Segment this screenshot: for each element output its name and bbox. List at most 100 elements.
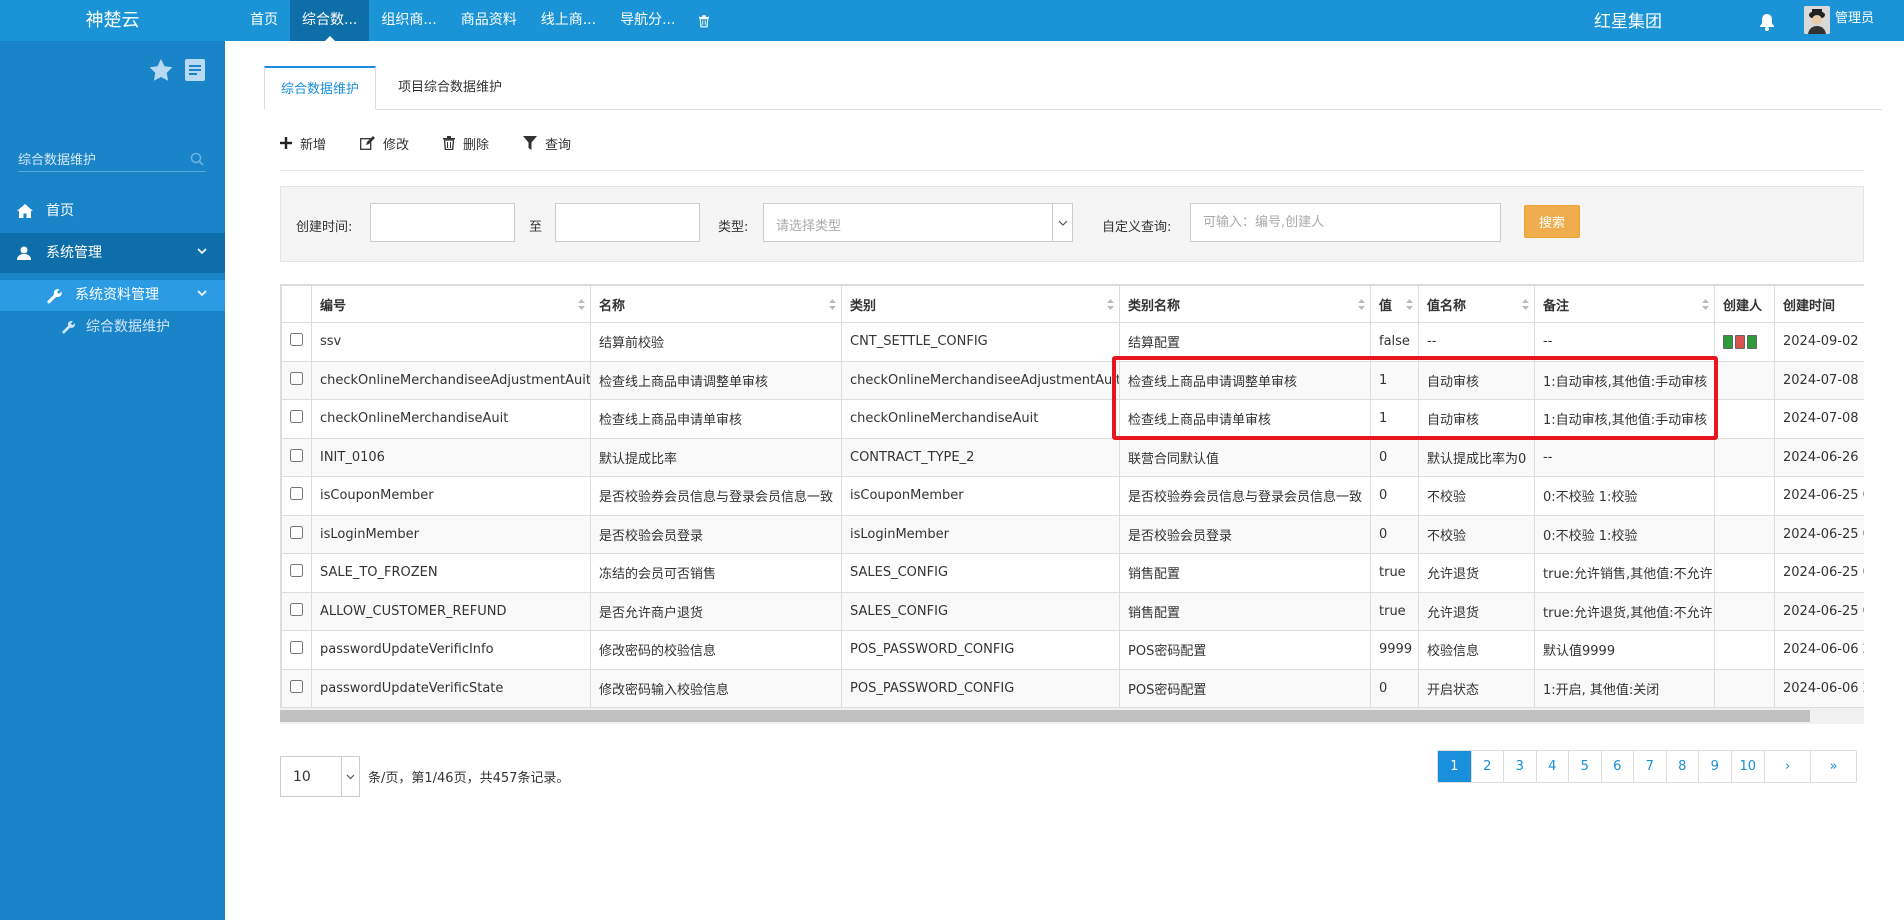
- topnav-navigation[interactable]: 导航分...: [608, 0, 687, 41]
- horizontal-scrollbar[interactable]: [280, 708, 1864, 724]
- table-row[interactable]: passwordUpdateVerificState 修改密码输入校验信息 POS_…: [281, 668, 1864, 708]
- column-header-name[interactable]: 名称: [590, 285, 842, 323]
- page-button[interactable]: 6: [1600, 751, 1634, 782]
- cell-code: passwordUpdateVerificState: [311, 668, 591, 708]
- user-name[interactable]: 管理员: [1835, 0, 1874, 38]
- table-row[interactable]: INIT_0106 默认提成比率 CONTRACT_TYPE_2 联营合同默认值 0 默认…: [281, 437, 1864, 477]
- column-header-value-name[interactable]: 值名称: [1418, 285, 1535, 323]
- delete-button[interactable]: 删除: [443, 126, 489, 160]
- topnav-organization[interactable]: 组织商...: [369, 0, 448, 41]
- column-header-remark[interactable]: 备注: [1534, 285, 1715, 323]
- table-row[interactable]: ALLOW_CUSTOMER_REFUND 是否允许商户退货 SALES_CONFI…: [281, 591, 1864, 631]
- topnav-merchandise[interactable]: 商品资料: [449, 0, 529, 41]
- table-row[interactable]: checkOnlineMerchandiseeAdjustmentAuit 检查线…: [281, 360, 1864, 400]
- page-button[interactable]: 3: [1503, 751, 1536, 782]
- cell-category-name: 结算配置: [1119, 322, 1371, 362]
- row-checkbox[interactable]: [290, 410, 303, 424]
- last-page-button[interactable]: »: [1810, 751, 1856, 782]
- row-checkbox[interactable]: [290, 371, 303, 385]
- page-button[interactable]: 2: [1470, 751, 1504, 782]
- page-size-arrow[interactable]: [341, 757, 359, 796]
- cell-created-time: 2024-06-06 2: [1774, 668, 1864, 708]
- cell-value-name: 自动审核: [1418, 399, 1535, 439]
- row-checkbox[interactable]: [290, 679, 303, 693]
- cell-category-name: 联营合同默认值: [1119, 437, 1371, 477]
- tab-project-data-maintenance[interactable]: 项目综合数据维护: [382, 66, 518, 110]
- page-button[interactable]: 4: [1535, 751, 1569, 782]
- document-icon[interactable]: [185, 59, 205, 81]
- topnav-trash-button[interactable]: [687, 0, 721, 41]
- cell-creator: [1714, 514, 1775, 554]
- cell-value-name: 默认提成比率为0: [1418, 437, 1535, 477]
- cell-code: isCouponMember: [311, 476, 591, 516]
- row-checkbox[interactable]: [290, 641, 303, 655]
- column-header-code[interactable]: 编号: [311, 285, 591, 323]
- edit-button[interactable]: 修改: [360, 126, 409, 160]
- row-checkbox[interactable]: [290, 487, 303, 501]
- next-page-button[interactable]: ›: [1764, 751, 1810, 782]
- user-avatar-icon: [1804, 6, 1830, 34]
- table-header-row: 编号 名称 类别 类别名称 值 值名称 备注 创建人 创建时间: [281, 285, 1864, 323]
- table-row[interactable]: passwordUpdateVerificInfo 修改密码的校验信息 POS_PA…: [281, 630, 1864, 670]
- avatar[interactable]: [1804, 6, 1830, 34]
- top-nav: 首页 综合数... 组织商... 商品资料 线上商... 导航分...: [238, 0, 721, 42]
- created-time-label: 创建时间:: [296, 220, 353, 235]
- column-header-creator[interactable]: 创建人: [1714, 285, 1775, 323]
- table-row[interactable]: ssv 结算前校验 CNT_SETTLE_CONFIG 结算配置 false -- -- 20…: [281, 322, 1864, 362]
- search-button[interactable]: 搜索: [1524, 205, 1580, 238]
- sidebar-item-system-management[interactable]: 系统管理: [0, 233, 225, 273]
- type-select-arrow[interactable]: [1052, 204, 1072, 241]
- created-to-input[interactable]: [555, 203, 700, 242]
- type-select[interactable]: 请选择类型: [763, 203, 1073, 242]
- column-header-category[interactable]: 类别: [841, 285, 1120, 323]
- add-button[interactable]: 新增: [280, 126, 326, 160]
- wrench-icon: [47, 289, 62, 304]
- trash-icon: [699, 14, 710, 27]
- cell-value: 0: [1370, 514, 1419, 554]
- row-checkbox[interactable]: [290, 448, 303, 462]
- row-checkbox[interactable]: [290, 602, 303, 616]
- custom-query-input[interactable]: [1190, 203, 1501, 242]
- cell-created-time: 2024-06-25 0: [1774, 476, 1864, 516]
- page-size-select[interactable]: 10: [280, 756, 360, 797]
- cell-value: 0: [1370, 476, 1419, 516]
- query-button[interactable]: 查询: [523, 126, 571, 160]
- column-header-value[interactable]: 值: [1370, 285, 1419, 323]
- bell-icon[interactable]: [1757, 12, 1777, 32]
- cell-value-name: 自动审核: [1418, 360, 1535, 400]
- page-button[interactable]: 7: [1633, 751, 1666, 782]
- topnav-home[interactable]: 首页: [238, 0, 290, 41]
- created-from-input[interactable]: [370, 203, 515, 242]
- row-checkbox[interactable]: [290, 564, 303, 578]
- cell-category-name: POS密码配置: [1119, 668, 1371, 708]
- page-button[interactable]: 5: [1568, 751, 1601, 782]
- header-label: 类别: [850, 298, 877, 314]
- table-row[interactable]: isLoginMember 是否校验会员登录 isLoginMember 是否校验会员…: [281, 514, 1864, 554]
- page-button[interactable]: 10: [1730, 751, 1765, 782]
- page-button[interactable]: 1: [1438, 751, 1471, 782]
- table-row[interactable]: isCouponMember 是否校验券会员信息与登录会员信息一致 isCoupon…: [281, 476, 1864, 516]
- cell-creator: [1714, 399, 1775, 439]
- table-row[interactable]: checkOnlineMerchandiseAuit 检查线上商品申请单审核 che…: [281, 399, 1864, 439]
- row-checkbox[interactable]: [290, 525, 303, 539]
- search-icon[interactable]: [190, 152, 204, 166]
- sidebar-item-system-data[interactable]: 系统资料管理: [0, 280, 225, 311]
- page-button[interactable]: 8: [1665, 751, 1699, 782]
- sidebar-item-home[interactable]: 首页: [0, 191, 225, 231]
- row-checkbox-cell: [281, 322, 312, 362]
- column-header-created-time[interactable]: 创建时间: [1774, 285, 1864, 323]
- sidebar-item-data-maintenance[interactable]: 综合数据维护: [0, 312, 225, 342]
- table-row[interactable]: SALE_TO_FROZEN 冻结的会员可否销售 SALES_CONFIG 销售配置 t…: [281, 553, 1864, 593]
- tab-data-maintenance[interactable]: 综合数据维护: [264, 66, 377, 110]
- sidebar-search-input[interactable]: [18, 148, 183, 172]
- column-header-category-name[interactable]: 类别名称: [1119, 285, 1371, 323]
- scrollbar-thumb[interactable]: [280, 710, 1810, 722]
- wrench-icon: [62, 320, 75, 334]
- cell-name: 检查线上商品申请单审核: [590, 399, 842, 439]
- row-checkbox[interactable]: [290, 333, 303, 347]
- cell-code: checkOnlineMerchandiseAuit: [311, 399, 591, 439]
- topnav-online[interactable]: 线上商...: [529, 0, 608, 41]
- star-icon[interactable]: [149, 59, 173, 81]
- page-button[interactable]: 9: [1698, 751, 1731, 782]
- topnav-data-maintenance[interactable]: 综合数...: [290, 0, 370, 42]
